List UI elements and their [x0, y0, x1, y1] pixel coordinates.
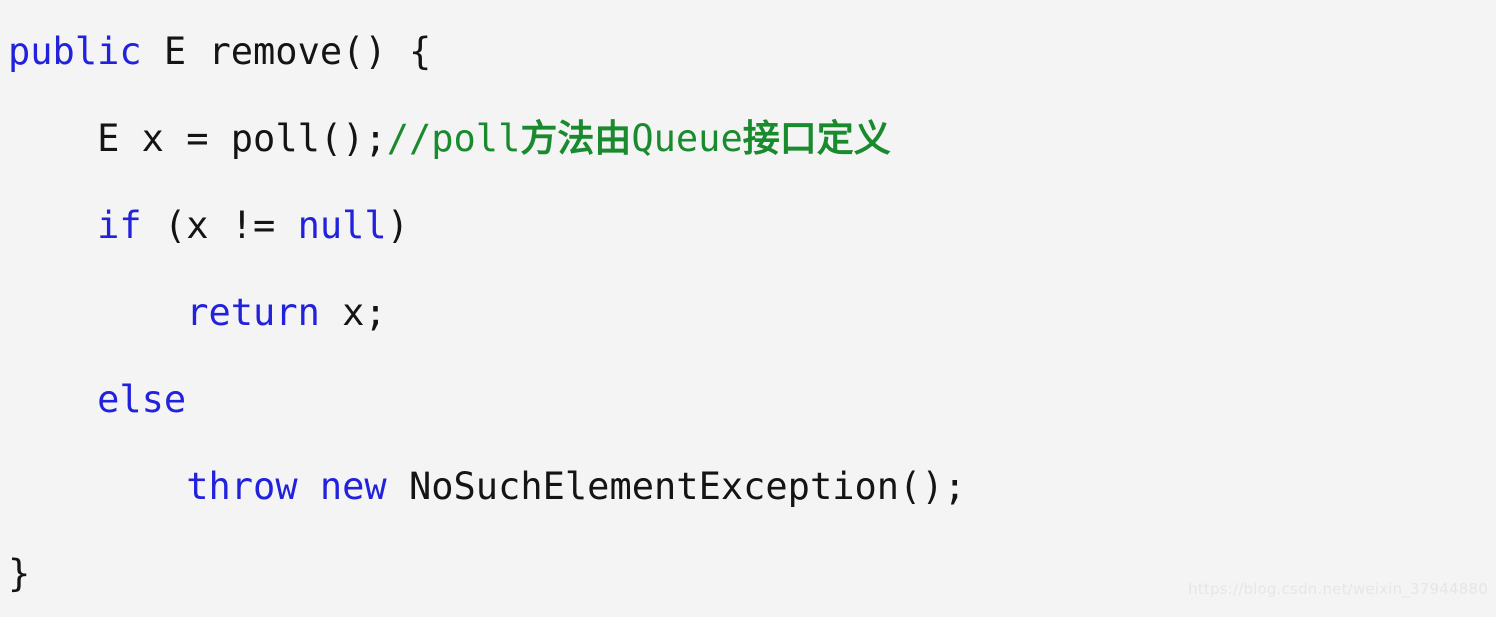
- code-token-keyword: throw new: [186, 465, 387, 508]
- code-token-comment: //poll方法由Queue接口定义: [386, 117, 891, 160]
- code-token-plain: NoSuchElementException();: [386, 465, 966, 508]
- code-token-plain: }: [8, 552, 31, 595]
- code-token-keyword: public: [8, 30, 142, 73]
- watermark: https://blog.csdn.net/weixin_37944880: [1188, 580, 1488, 598]
- code-line: if (x != null): [8, 182, 1496, 269]
- code-token-plain: (x !=: [141, 204, 298, 247]
- code-line: else: [8, 356, 1496, 443]
- code-token-plain: x;: [319, 291, 387, 334]
- code-block: public E remove() { E x = poll();//poll方…: [0, 0, 1496, 604]
- code-line: E x = poll();//poll方法由Queue接口定义: [8, 95, 1496, 182]
- code-token-keyword: null: [297, 204, 387, 247]
- code-token-keyword: else: [97, 378, 187, 421]
- code-token-plain: E remove() {: [141, 30, 432, 73]
- code-token-plain: E x = poll();: [97, 117, 387, 160]
- code-token-keyword: return: [186, 291, 320, 334]
- cjk-run: 方法由: [520, 117, 632, 160]
- code-token-keyword: if: [97, 204, 142, 247]
- code-line: public E remove() {: [8, 8, 1496, 95]
- code-line: throw new NoSuchElementException();: [8, 443, 1496, 530]
- cjk-run: 接口定义: [742, 117, 891, 160]
- code-token-plain: ): [386, 204, 409, 247]
- code-line: return x;: [8, 269, 1496, 356]
